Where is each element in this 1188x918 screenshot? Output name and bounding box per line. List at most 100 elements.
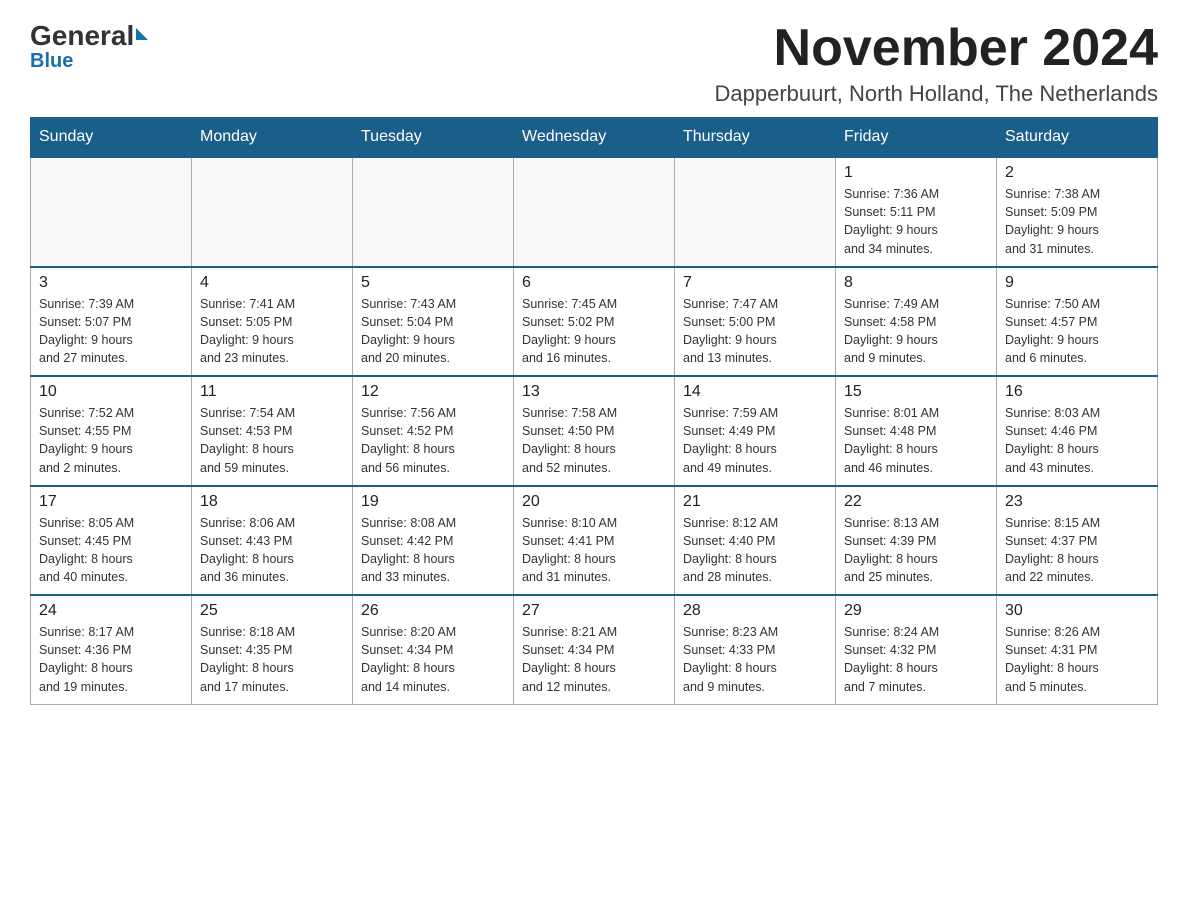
calendar-cell: 23 Sunrise: 8:15 AMSunset: 4:37 PMDayligh…	[997, 486, 1158, 596]
weekday-header-sunday: Sunday	[31, 118, 192, 158]
weekday-header-tuesday: Tuesday	[353, 118, 514, 158]
logo-blue-text: Blue	[30, 50, 73, 73]
day-info: Sunrise: 8:05 AMSunset: 4:45 PMDaylight:…	[39, 514, 183, 587]
month-year-title: November 2024	[714, 20, 1158, 77]
calendar-cell	[353, 157, 514, 267]
day-number: 7	[683, 274, 827, 292]
day-number: 23	[1005, 493, 1149, 511]
day-info: Sunrise: 8:18 AMSunset: 4:35 PMDaylight:…	[200, 623, 344, 696]
calendar-cell: 9 Sunrise: 7:50 AMSunset: 4:57 PMDaylight…	[997, 267, 1158, 377]
day-info: Sunrise: 7:49 AMSunset: 4:58 PMDaylight:…	[844, 295, 988, 368]
calendar-cell: 1 Sunrise: 7:36 AMSunset: 5:11 PMDaylight…	[836, 157, 997, 267]
calendar-cell: 28 Sunrise: 8:23 AMSunset: 4:33 PMDayligh…	[675, 595, 836, 704]
day-info: Sunrise: 8:26 AMSunset: 4:31 PMDaylight:…	[1005, 623, 1149, 696]
day-info: Sunrise: 7:41 AMSunset: 5:05 PMDaylight:…	[200, 295, 344, 368]
day-number: 13	[522, 383, 666, 401]
calendar-cell: 5 Sunrise: 7:43 AMSunset: 5:04 PMDaylight…	[353, 267, 514, 377]
day-number: 19	[361, 493, 505, 511]
day-info: Sunrise: 8:01 AMSunset: 4:48 PMDaylight:…	[844, 404, 988, 477]
calendar-cell: 10Sunrise: 7:52 AMSunset: 4:55 PMDayligh…	[31, 376, 192, 486]
day-info: Sunrise: 7:47 AMSunset: 5:00 PMDaylight:…	[683, 295, 827, 368]
calendar-cell: 24Sunrise: 8:17 AMSunset: 4:36 PMDayligh…	[31, 595, 192, 704]
day-info: Sunrise: 7:39 AMSunset: 5:07 PMDaylight:…	[39, 295, 183, 368]
day-number: 5	[361, 274, 505, 292]
day-number: 10	[39, 383, 183, 401]
calendar-cell: 13 Sunrise: 7:58 AMSunset: 4:50 PMDayligh…	[514, 376, 675, 486]
logo: General Blue	[30, 20, 148, 73]
calendar-cell: 3 Sunrise: 7:39 AMSunset: 5:07 PMDaylight…	[31, 267, 192, 377]
day-info: Sunrise: 7:56 AMSunset: 4:52 PMDaylight:…	[361, 404, 505, 477]
day-info: Sunrise: 7:59 AMSunset: 4:49 PMDaylight:…	[683, 404, 827, 477]
calendar-cell: 17 Sunrise: 8:05 AMSunset: 4:45 PMDayligh…	[31, 486, 192, 596]
calendar-cell: 18 Sunrise: 8:06 AMSunset: 4:43 PMDayligh…	[192, 486, 353, 596]
day-number: 12	[361, 383, 505, 401]
day-number: 28	[683, 602, 827, 620]
day-number: 2	[1005, 164, 1149, 182]
day-info: Sunrise: 7:36 AMSunset: 5:11 PMDaylight:…	[844, 185, 988, 258]
day-info: Sunrise: 7:58 AMSunset: 4:50 PMDaylight:…	[522, 404, 666, 477]
location-subtitle: Dapperbuurt, North Holland, The Netherla…	[714, 81, 1158, 107]
day-number: 24	[39, 602, 183, 620]
day-info: Sunrise: 8:03 AMSunset: 4:46 PMDaylight:…	[1005, 404, 1149, 477]
calendar-cell: 11 Sunrise: 7:54 AMSunset: 4:53 PMDayligh…	[192, 376, 353, 486]
day-info: Sunrise: 7:43 AMSunset: 5:04 PMDaylight:…	[361, 295, 505, 368]
calendar-cell: 7 Sunrise: 7:47 AMSunset: 5:00 PMDaylight…	[675, 267, 836, 377]
weekday-header-monday: Monday	[192, 118, 353, 158]
weekday-header-thursday: Thursday	[675, 118, 836, 158]
day-number: 26	[361, 602, 505, 620]
day-number: 17	[39, 493, 183, 511]
logo-general-text: General	[30, 20, 134, 52]
weekday-header-row: SundayMondayTuesdayWednesdayThursdayFrid…	[31, 118, 1158, 158]
calendar-cell	[514, 157, 675, 267]
calendar-cell	[31, 157, 192, 267]
day-number: 1	[844, 164, 988, 182]
day-number: 27	[522, 602, 666, 620]
day-number: 18	[200, 493, 344, 511]
day-info: Sunrise: 8:24 AMSunset: 4:32 PMDaylight:…	[844, 623, 988, 696]
calendar-cell: 25 Sunrise: 8:18 AMSunset: 4:35 PMDayligh…	[192, 595, 353, 704]
calendar-cell: 16 Sunrise: 8:03 AMSunset: 4:46 PMDayligh…	[997, 376, 1158, 486]
day-number: 14	[683, 383, 827, 401]
day-number: 4	[200, 274, 344, 292]
calendar-week-row: 10Sunrise: 7:52 AMSunset: 4:55 PMDayligh…	[31, 376, 1158, 486]
day-info: Sunrise: 7:54 AMSunset: 4:53 PMDaylight:…	[200, 404, 344, 477]
day-number: 25	[200, 602, 344, 620]
calendar-cell	[675, 157, 836, 267]
calendar-cell: 19 Sunrise: 8:08 AMSunset: 4:42 PMDayligh…	[353, 486, 514, 596]
weekday-header-wednesday: Wednesday	[514, 118, 675, 158]
calendar-cell: 15 Sunrise: 8:01 AMSunset: 4:48 PMDayligh…	[836, 376, 997, 486]
day-number: 16	[1005, 383, 1149, 401]
calendar-cell: 22Sunrise: 8:13 AMSunset: 4:39 PMDayligh…	[836, 486, 997, 596]
day-number: 8	[844, 274, 988, 292]
day-info: Sunrise: 7:50 AMSunset: 4:57 PMDaylight:…	[1005, 295, 1149, 368]
day-number: 15	[844, 383, 988, 401]
day-info: Sunrise: 8:20 AMSunset: 4:34 PMDaylight:…	[361, 623, 505, 696]
calendar-week-row: 3 Sunrise: 7:39 AMSunset: 5:07 PMDaylight…	[31, 267, 1158, 377]
weekday-header-saturday: Saturday	[997, 118, 1158, 158]
day-number: 6	[522, 274, 666, 292]
day-info: Sunrise: 8:08 AMSunset: 4:42 PMDaylight:…	[361, 514, 505, 587]
day-info: Sunrise: 8:10 AMSunset: 4:41 PMDaylight:…	[522, 514, 666, 587]
calendar-cell: 29 Sunrise: 8:24 AMSunset: 4:32 PMDayligh…	[836, 595, 997, 704]
day-number: 9	[1005, 274, 1149, 292]
calendar-cell: 8 Sunrise: 7:49 AMSunset: 4:58 PMDaylight…	[836, 267, 997, 377]
calendar-cell: 27Sunrise: 8:21 AMSunset: 4:34 PMDayligh…	[514, 595, 675, 704]
calendar-cell: 20Sunrise: 8:10 AMSunset: 4:41 PMDayligh…	[514, 486, 675, 596]
calendar-week-row: 24Sunrise: 8:17 AMSunset: 4:36 PMDayligh…	[31, 595, 1158, 704]
day-number: 22	[844, 493, 988, 511]
day-info: Sunrise: 8:12 AMSunset: 4:40 PMDaylight:…	[683, 514, 827, 587]
calendar-table: SundayMondayTuesdayWednesdayThursdayFrid…	[30, 117, 1158, 705]
day-info: Sunrise: 8:06 AMSunset: 4:43 PMDaylight:…	[200, 514, 344, 587]
calendar-cell: 26 Sunrise: 8:20 AMSunset: 4:34 PMDayligh…	[353, 595, 514, 704]
day-info: Sunrise: 8:15 AMSunset: 4:37 PMDaylight:…	[1005, 514, 1149, 587]
calendar-cell: 14 Sunrise: 7:59 AMSunset: 4:49 PMDayligh…	[675, 376, 836, 486]
day-number: 11	[200, 383, 344, 401]
logo-triangle-icon	[136, 28, 148, 40]
day-info: Sunrise: 8:23 AMSunset: 4:33 PMDaylight:…	[683, 623, 827, 696]
day-number: 3	[39, 274, 183, 292]
calendar-cell	[192, 157, 353, 267]
calendar-cell: 12 Sunrise: 7:56 AMSunset: 4:52 PMDayligh…	[353, 376, 514, 486]
calendar-cell: 21Sunrise: 8:12 AMSunset: 4:40 PMDayligh…	[675, 486, 836, 596]
day-info: Sunrise: 7:45 AMSunset: 5:02 PMDaylight:…	[522, 295, 666, 368]
day-number: 29	[844, 602, 988, 620]
